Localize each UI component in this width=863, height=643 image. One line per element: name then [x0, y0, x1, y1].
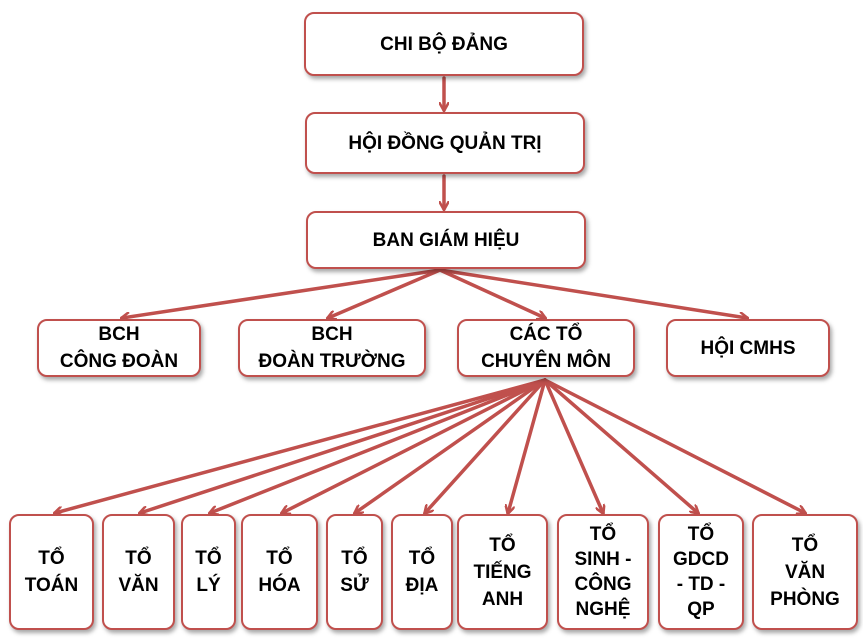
node-label: GDCD: [673, 549, 729, 570]
node-label: TOÁN: [24, 575, 79, 596]
node-label: CHUYÊN MÔN: [481, 351, 611, 372]
connector-arrow: [282, 378, 547, 513]
node-label: CHI BỘ ĐẢNG: [380, 33, 508, 55]
node-label: TỔ: [195, 548, 222, 569]
node-to-dia: TỔ ĐỊA: [391, 514, 453, 630]
node-label: HỘI ĐỒNG QUẢN TRỊ: [348, 132, 542, 154]
connector-arrow: [438, 268, 747, 318]
node-label: TỔ: [125, 548, 152, 569]
node-to-van-phong: TỔ VĂN PHÒNG: [752, 514, 858, 630]
node-label: ĐỊA: [405, 575, 439, 596]
node-label: NGHỆ: [575, 599, 631, 620]
node-label: BCH: [311, 324, 353, 345]
node-label: ANH: [481, 588, 524, 610]
node-to-toan: TỔ TOÁN: [9, 514, 94, 630]
node-label: TỔ: [408, 548, 436, 569]
node-label: HÓA: [258, 575, 301, 596]
node-to-tieng-anh: TỔ TIẾNG ANH: [457, 514, 548, 630]
connector-arrow: [543, 378, 603, 513]
node-chi-bo-dang: CHI BỘ ĐẢNG: [304, 12, 584, 76]
node-label: LÝ: [196, 575, 221, 596]
node-label: TỔ: [38, 548, 65, 569]
node-label: ĐOÀN TRƯỜNG: [258, 351, 406, 372]
node-hoi-dong-quan-tri: HỘI ĐỒNG QUẢN TRỊ: [305, 112, 585, 174]
node-label: TỔ: [791, 534, 819, 556]
node-label: PHÒNG: [770, 588, 840, 610]
node-label: TỔ: [489, 534, 516, 556]
connector-arrow: [122, 268, 442, 318]
node-to-ly: TỔ LÝ: [181, 514, 236, 630]
node-label: TỔ: [341, 548, 368, 569]
node-to-su: TỔ SỬ: [326, 514, 383, 630]
node-label: BCH: [98, 324, 140, 345]
node-label: TỔ: [266, 548, 293, 569]
connector-arrow: [210, 378, 547, 513]
node-label: TIẾNG: [473, 561, 532, 583]
node-cac-to-chuyen-mon: CÁC TỔ CHUYÊN MÔN: [457, 319, 635, 377]
node-to-gdcd-td-qp: TỔ GDCD - TD - QP: [658, 514, 744, 630]
node-label: CÔNG: [574, 574, 632, 595]
connector-arrow: [55, 378, 547, 513]
node-label: TỔ: [687, 524, 715, 545]
node-label: VĂN: [784, 561, 826, 583]
node-label: CÔNG ĐOÀN: [59, 351, 179, 372]
node-bch-doan-truong: BCH ĐOÀN TRƯỜNG: [238, 319, 426, 377]
node-label: HỘI CMHS: [700, 337, 796, 359]
node-bch-cong-doan: BCH CÔNG ĐOÀN: [37, 319, 201, 377]
org-chart: CHI BỘ ĐẢNG HỘI ĐỒNG QUẢN TRỊ BAN GIÁM H…: [0, 0, 863, 643]
node-to-hoa: TỔ HÓA: [241, 514, 318, 630]
node-label: SỬ: [340, 575, 369, 596]
node-label: - TD -: [676, 574, 726, 595]
node-to-van: TỔ VĂN: [102, 514, 175, 630]
node-ban-giam-hieu: BAN GIÁM HIỆU: [306, 211, 586, 269]
node-hoi-cmhs: HỘI CMHS: [666, 319, 830, 377]
node-label: VĂN: [118, 575, 159, 596]
node-label: CÁC TỔ: [509, 324, 583, 345]
node-label: BAN GIÁM HIỆU: [372, 229, 520, 251]
connector-arrow: [355, 378, 547, 513]
node-to-sinh-cong-nghe: TỔ SINH - CÔNG NGHỆ: [557, 514, 649, 630]
node-label: QP: [687, 599, 715, 620]
node-label: TỔ: [589, 524, 617, 545]
node-label: SINH -: [574, 549, 632, 570]
